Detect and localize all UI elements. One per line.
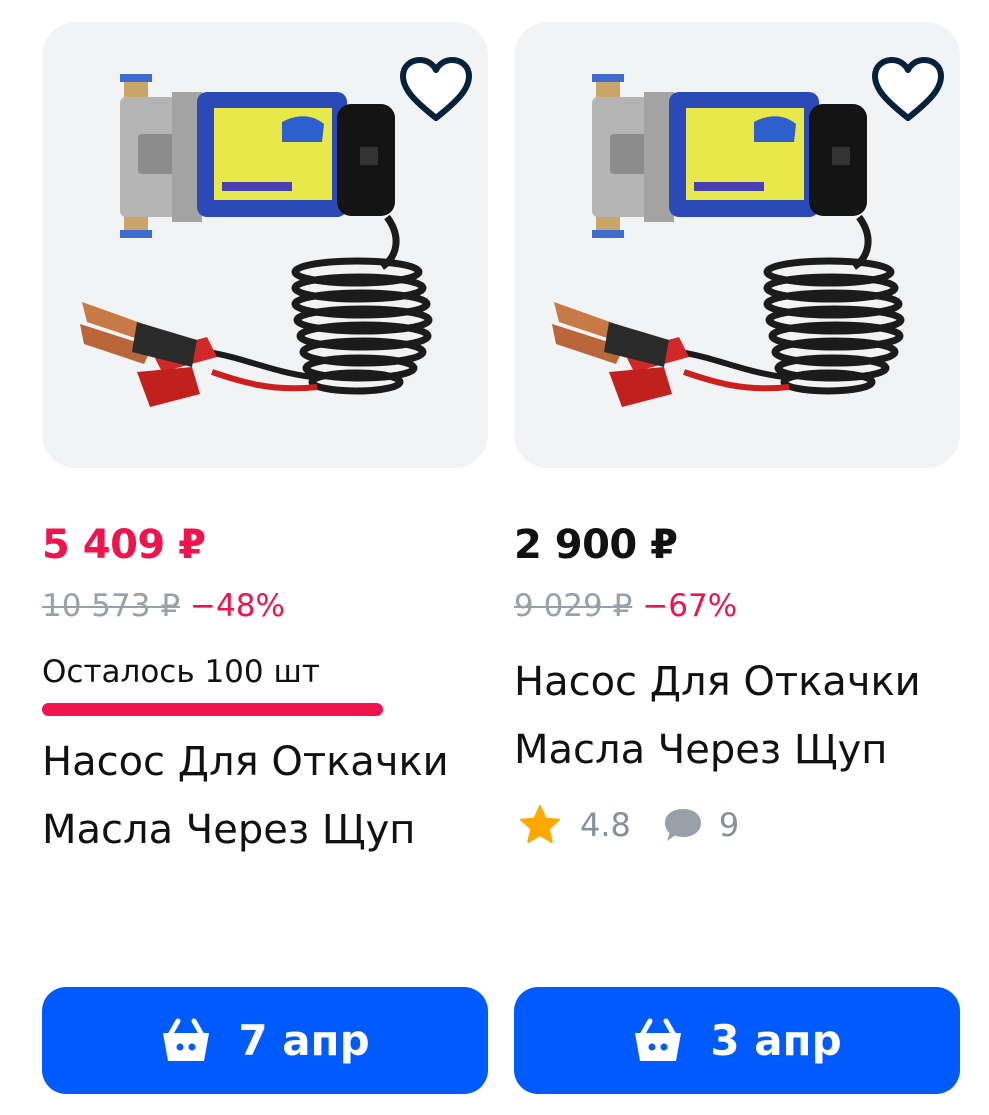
basket-icon — [163, 1018, 210, 1061]
old-price: 9 029 ₽ — [514, 588, 633, 624]
old-price: 10 573 ₽ — [42, 588, 181, 624]
rating-value: 4.8 — [580, 806, 631, 844]
old-price-row: 10 573 ₽ −48% — [42, 588, 285, 624]
star-icon — [520, 805, 560, 843]
reviews-count: 9 — [718, 806, 740, 844]
product-title[interactable]: Насос Для Откачки Масла Через Щуп — [42, 728, 488, 864]
discount-badge: −67% — [642, 588, 738, 624]
add-to-cart-button[interactable]: 3 апр — [514, 987, 960, 1094]
product-card[interactable]: 5 409 ₽ 10 573 ₽ −48% Осталось 100 шт Нас… — [42, 0, 488, 1115]
product-grid: 5 409 ₽ 10 573 ₽ −48% Осталось 100 шт Нас… — [0, 0, 989, 1115]
heart-outline-icon[interactable] — [398, 56, 474, 126]
delivery-date: 7 апр — [238, 1016, 370, 1065]
stock-remaining: Осталось 100 шт — [42, 654, 320, 690]
current-price: 2 900 ₽ — [514, 522, 678, 568]
heart-outline-icon[interactable] — [870, 56, 946, 126]
old-price-row: 9 029 ₽ −67% — [514, 588, 737, 624]
comment-bubble-icon — [664, 809, 701, 841]
discount-badge: −48% — [190, 588, 285, 624]
product-image-box[interactable] — [42, 22, 488, 468]
basket-icon — [635, 1018, 682, 1061]
add-to-cart-button[interactable]: 7 апр — [42, 987, 488, 1094]
current-price: 5 409 ₽ — [42, 522, 206, 568]
product-image-box[interactable] — [514, 22, 960, 468]
product-card[interactable]: 2 900 ₽ 9 029 ₽ −67% Насос Для Откачки Ма… — [514, 0, 960, 1115]
stock-progress-bar — [42, 703, 383, 716]
product-title[interactable]: Насос Для Откачки Масла Через Щуп — [514, 648, 960, 784]
delivery-date: 3 апр — [710, 1016, 842, 1065]
rating-row[interactable]: 4.8 9 — [518, 800, 739, 850]
